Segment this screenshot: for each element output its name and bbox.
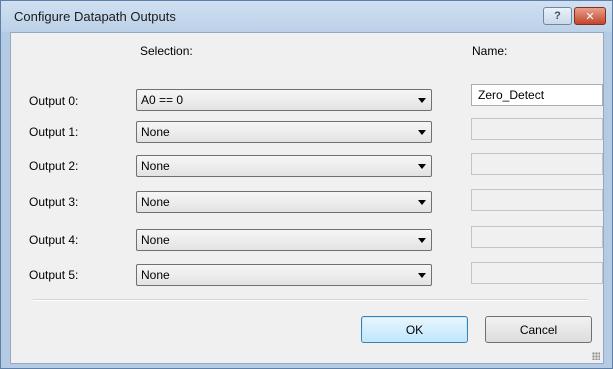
dialog-window: Configure Datapath Outputs ? ✕ Selection… (0, 0, 613, 369)
output-0-name-field[interactable]: Zero_Detect (471, 84, 603, 106)
chevron-down-icon (418, 200, 426, 205)
output-5-label: Output 5: (29, 268, 79, 282)
chevron-down-icon (418, 164, 426, 169)
chevron-down-icon (418, 238, 426, 243)
output-5-selection-value: None (141, 268, 170, 282)
chevron-down-icon (418, 130, 426, 135)
output-3-label: Output 3: (29, 195, 79, 209)
close-button[interactable]: ✕ (574, 7, 606, 25)
output-0-selection-value: A0 == 0 (141, 93, 184, 107)
output-3-selection-dropdown[interactable]: None (136, 191, 432, 213)
output-1-label: Output 1: (29, 125, 79, 139)
help-button[interactable]: ? (543, 7, 572, 25)
output-4-selection-dropdown[interactable]: None (136, 229, 432, 251)
output-2-name-field[interactable] (471, 153, 603, 175)
title-bar[interactable]: Configure Datapath Outputs ? ✕ (1, 1, 612, 32)
cancel-button[interactable]: Cancel (485, 316, 592, 343)
chevron-down-icon (418, 98, 426, 103)
selection-header: Selection: (140, 44, 193, 58)
output-3-name-field[interactable] (471, 189, 603, 211)
output-5-selection-dropdown[interactable]: None (136, 264, 432, 286)
output-4-selection-value: None (141, 233, 170, 247)
output-2-label: Output 2: (29, 159, 79, 173)
output-1-selection-value: None (141, 125, 170, 139)
output-3-selection-value: None (141, 195, 170, 209)
name-header: Name: (472, 44, 508, 58)
output-4-name-field[interactable] (471, 226, 603, 248)
resize-grip-icon[interactable] (592, 352, 600, 360)
chevron-down-icon (418, 273, 426, 278)
output-0-selection-dropdown[interactable]: A0 == 0 (136, 89, 432, 111)
dialog-body: Selection: Name: Output 0: A0 == 0 Zero_… (10, 32, 604, 364)
output-0-label: Output 0: (29, 94, 79, 108)
output-5-name-field[interactable] (471, 262, 603, 284)
output-1-name-field[interactable] (471, 118, 603, 140)
dialog-title: Configure Datapath Outputs (14, 9, 176, 24)
help-icon: ? (554, 10, 561, 22)
ok-button-label: OK (405, 322, 424, 337)
output-0-name-value: Zero_Detect (478, 88, 545, 102)
ok-button[interactable]: OK (361, 316, 468, 343)
separator-line (33, 299, 588, 301)
output-2-selection-value: None (141, 159, 170, 173)
cancel-button-label: Cancel (519, 322, 558, 337)
close-icon: ✕ (585, 10, 595, 23)
output-4-label: Output 4: (29, 233, 79, 247)
output-2-selection-dropdown[interactable]: None (136, 155, 432, 177)
output-1-selection-dropdown[interactable]: None (136, 121, 432, 143)
